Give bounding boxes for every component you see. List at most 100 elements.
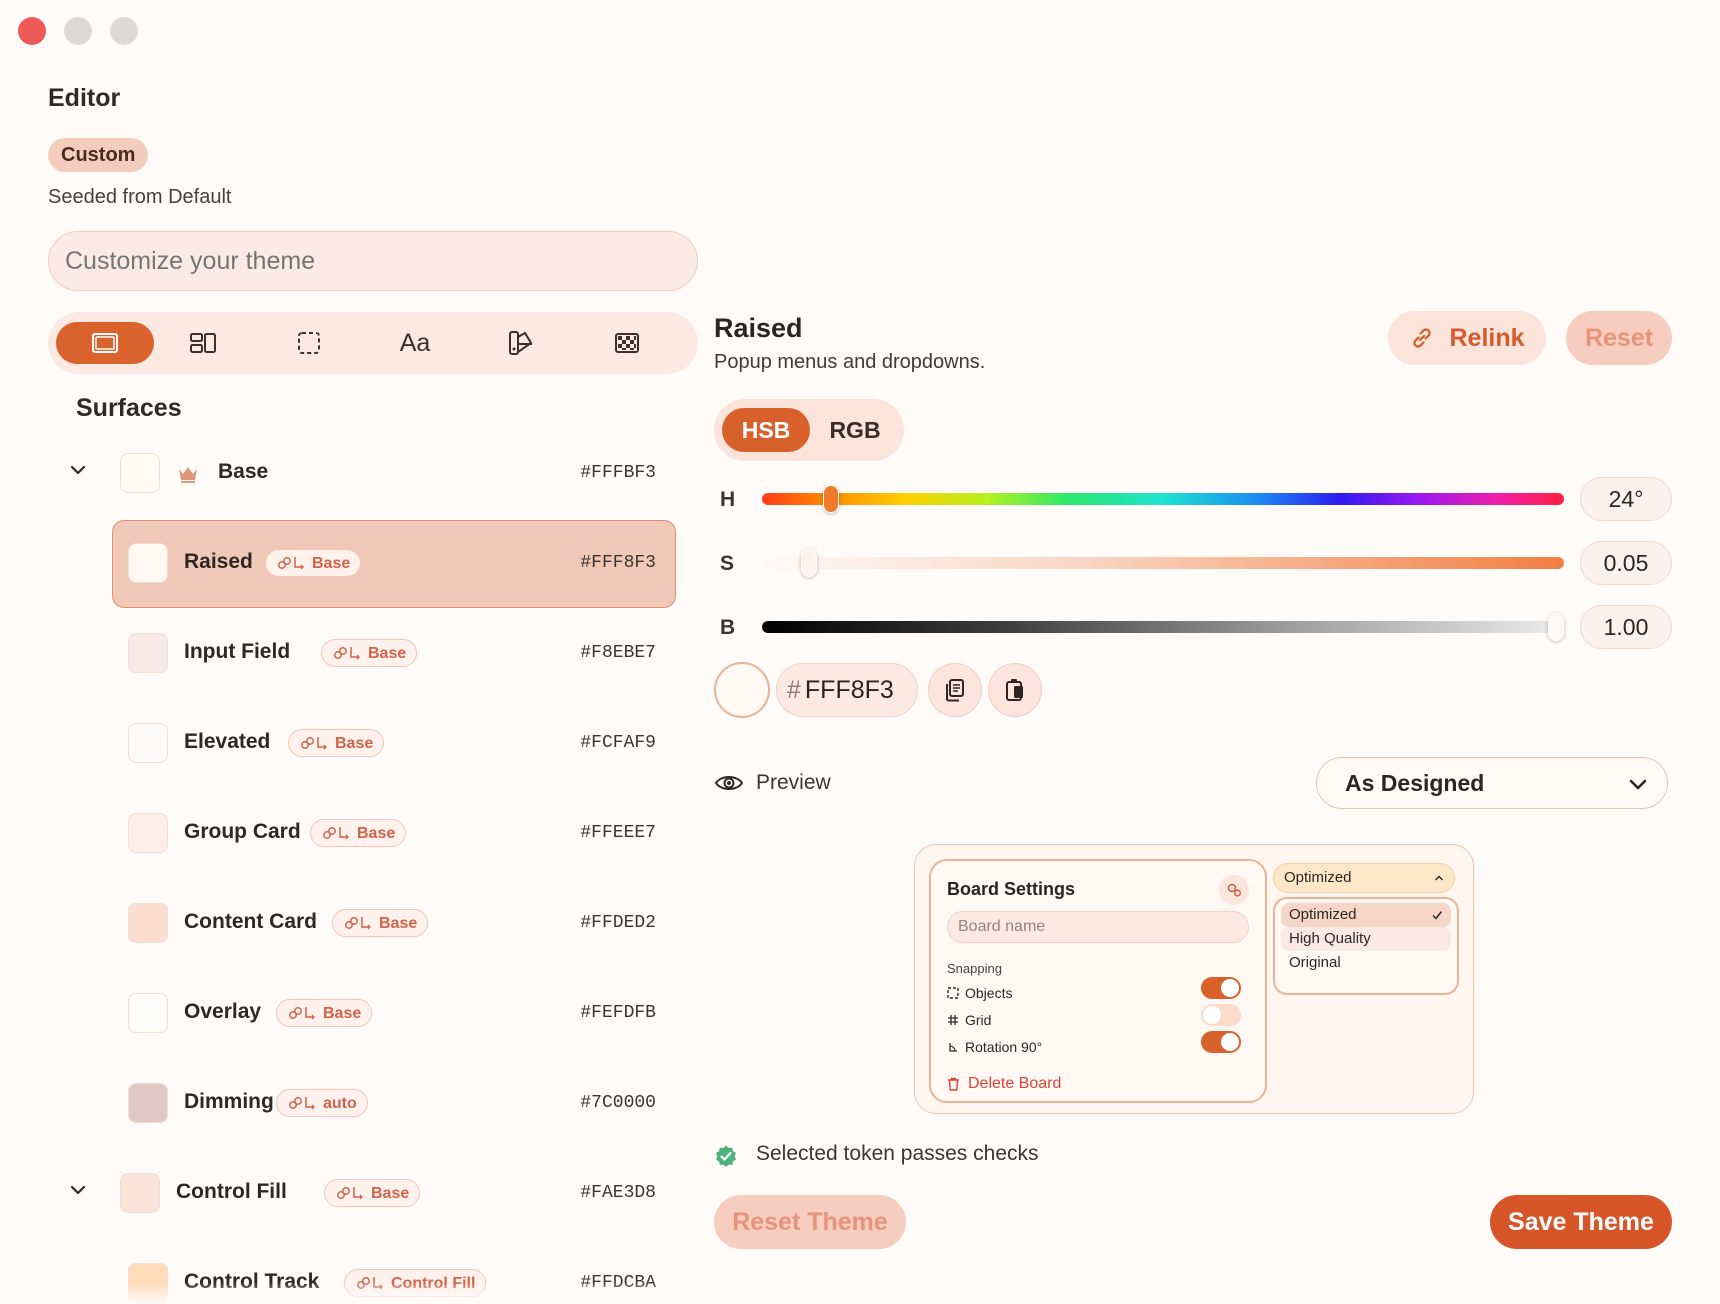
chevron-down-icon[interactable] xyxy=(68,460,88,480)
token-parent: Base xyxy=(357,824,396,842)
token-name: Elevated xyxy=(184,730,271,753)
preview-delete-button[interactable]: Delete Board xyxy=(947,1075,1061,1093)
token-parent: Base xyxy=(323,1004,362,1022)
eye-icon xyxy=(714,776,744,790)
token-description: Popup menus and dropdowns. xyxy=(714,351,986,373)
tab-spacing[interactable] xyxy=(260,322,358,364)
search-input[interactable] xyxy=(48,231,698,291)
token-row[interactable]: Content Card Base #FFDED2 xyxy=(56,880,676,966)
selection-icon xyxy=(298,332,320,354)
saturation-slider-thumb[interactable] xyxy=(801,549,817,577)
tab-pattern[interactable] xyxy=(578,322,676,364)
tab-palette[interactable] xyxy=(472,322,570,364)
token-swatch[interactable] xyxy=(128,993,168,1033)
color-mode-toggle: HSB RGB xyxy=(714,399,904,461)
token-row[interactable]: Input Field Base #F8EBE7 xyxy=(56,610,676,696)
preview-item-grid: Grid xyxy=(947,1012,991,1028)
reset-theme-button[interactable]: Reset Theme xyxy=(714,1195,906,1249)
token-inherit-badge[interactable]: Base xyxy=(332,909,429,937)
brightness-value[interactable]: 1.00 xyxy=(1580,605,1672,649)
token-swatch[interactable] xyxy=(128,633,168,673)
preview-toggle-rotation[interactable] xyxy=(1201,1031,1241,1053)
saturation-slider[interactable] xyxy=(762,557,1564,569)
copy-icon xyxy=(946,679,964,702)
token-swatch[interactable] xyxy=(128,903,168,943)
zoom-window-button[interactable] xyxy=(110,17,138,45)
token-swatch[interactable] xyxy=(128,813,168,853)
typography-icon: Aa xyxy=(399,328,431,357)
token-inherit-badge[interactable]: Base xyxy=(321,639,418,667)
token-swatch[interactable] xyxy=(120,453,160,493)
token-swatch[interactable] xyxy=(128,723,168,763)
rotate-icon xyxy=(949,1043,957,1052)
hue-slider-thumb[interactable] xyxy=(823,485,839,513)
token-swatch[interactable] xyxy=(120,1173,160,1213)
save-theme-button[interactable]: Save Theme xyxy=(1490,1195,1672,1249)
mode-hsb[interactable]: HSB xyxy=(722,408,810,452)
token-row[interactable]: Raised Base #FFF8F3 xyxy=(56,520,676,608)
token-inherit-badge[interactable]: Base xyxy=(310,819,407,847)
editor-window: Editor Custom Seeded from Default Aa Sur… xyxy=(0,0,1720,1304)
token-row[interactable]: Dimming auto #7C0000 xyxy=(56,1060,676,1146)
token-inherit-badge[interactable]: Base xyxy=(324,1179,421,1207)
token-row[interactable]: Overlay Base #FEFDFB xyxy=(56,970,676,1056)
minimize-window-button[interactable] xyxy=(64,17,92,45)
token-swatch[interactable] xyxy=(128,1083,168,1123)
token-hex: #F8EBE7 xyxy=(580,643,656,663)
preview-item-rotation: Rotation 90° xyxy=(947,1039,1042,1055)
inherit-link-icon xyxy=(278,557,304,570)
inherit-link-icon xyxy=(337,1187,363,1200)
token-row[interactable]: Group Card Base #FFEEE7 xyxy=(56,790,676,876)
tab-surfaces[interactable] xyxy=(56,322,154,364)
token-inherit-badge[interactable]: Base xyxy=(288,729,385,757)
token-hex: #FFEEE7 xyxy=(580,823,656,843)
preview-select-menu: Optimized High Quality Original xyxy=(1273,897,1459,995)
preview-settings-button[interactable] xyxy=(1219,875,1249,905)
preview-delete-label: Delete Board xyxy=(968,1075,1062,1092)
mode-rgb[interactable]: RGB xyxy=(814,408,896,452)
hue-label: H xyxy=(720,488,736,511)
tab-layout[interactable] xyxy=(154,322,252,364)
token-name: Raised xyxy=(184,550,253,573)
checkerboard-icon xyxy=(615,333,639,353)
selection-icon xyxy=(947,987,959,999)
close-window-button[interactable] xyxy=(18,17,46,45)
token-swatch[interactable] xyxy=(128,543,168,583)
token-row[interactable]: Base #FFFBF3 xyxy=(56,430,676,516)
preview-item-label: Objects xyxy=(965,985,1013,1001)
app-title: Editor xyxy=(48,84,121,112)
chevron-down-icon[interactable] xyxy=(68,1180,88,1200)
preview-item-label: Grid xyxy=(965,1012,992,1028)
brightness-slider-thumb[interactable] xyxy=(1548,613,1564,641)
brightness-slider[interactable] xyxy=(762,621,1564,633)
inherit-link-icon xyxy=(301,737,327,750)
token-inherit-badge[interactable]: auto xyxy=(276,1089,368,1117)
token-hex: #FEFDFB xyxy=(580,1003,656,1023)
saturation-value[interactable]: 0.05 xyxy=(1580,541,1672,585)
preview-toggle-grid[interactable] xyxy=(1201,1004,1241,1026)
color-preview-swatch xyxy=(714,662,770,718)
hue-value[interactable]: 24° xyxy=(1580,477,1672,521)
preview-toggle-objects[interactable] xyxy=(1201,977,1241,999)
preview-mode-dropdown[interactable]: As Designed xyxy=(1316,757,1668,809)
preview-option-original[interactable]: Original xyxy=(1281,951,1451,975)
surfaces-icon xyxy=(92,333,118,353)
token-inherit-badge[interactable]: Base xyxy=(265,549,362,577)
token-row[interactable]: Control Fill Base #FAE3D8 xyxy=(56,1150,676,1236)
token-name: Input Field xyxy=(184,640,291,663)
preview-option-high-quality[interactable]: High Quality xyxy=(1281,927,1451,951)
preview-select[interactable]: Optimized xyxy=(1273,863,1455,893)
token-inherit-badge[interactable]: Base xyxy=(276,999,373,1027)
paste-button[interactable] xyxy=(988,663,1042,717)
token-parent: Base xyxy=(379,914,418,932)
hex-value: FFF8F3 xyxy=(804,676,894,704)
reset-button[interactable]: Reset xyxy=(1566,311,1672,365)
preview-option-optimized[interactable]: Optimized xyxy=(1281,903,1451,927)
preview-name-field[interactable]: Board name xyxy=(947,911,1249,943)
hue-slider[interactable] xyxy=(762,493,1564,505)
hex-input[interactable]: # FFF8F3 xyxy=(776,663,918,717)
tab-typography[interactable]: Aa xyxy=(366,322,464,364)
token-row[interactable]: Elevated Base #FCFAF9 xyxy=(56,700,676,786)
relink-button[interactable]: Relink xyxy=(1388,311,1546,365)
copy-button[interactable] xyxy=(928,663,982,717)
